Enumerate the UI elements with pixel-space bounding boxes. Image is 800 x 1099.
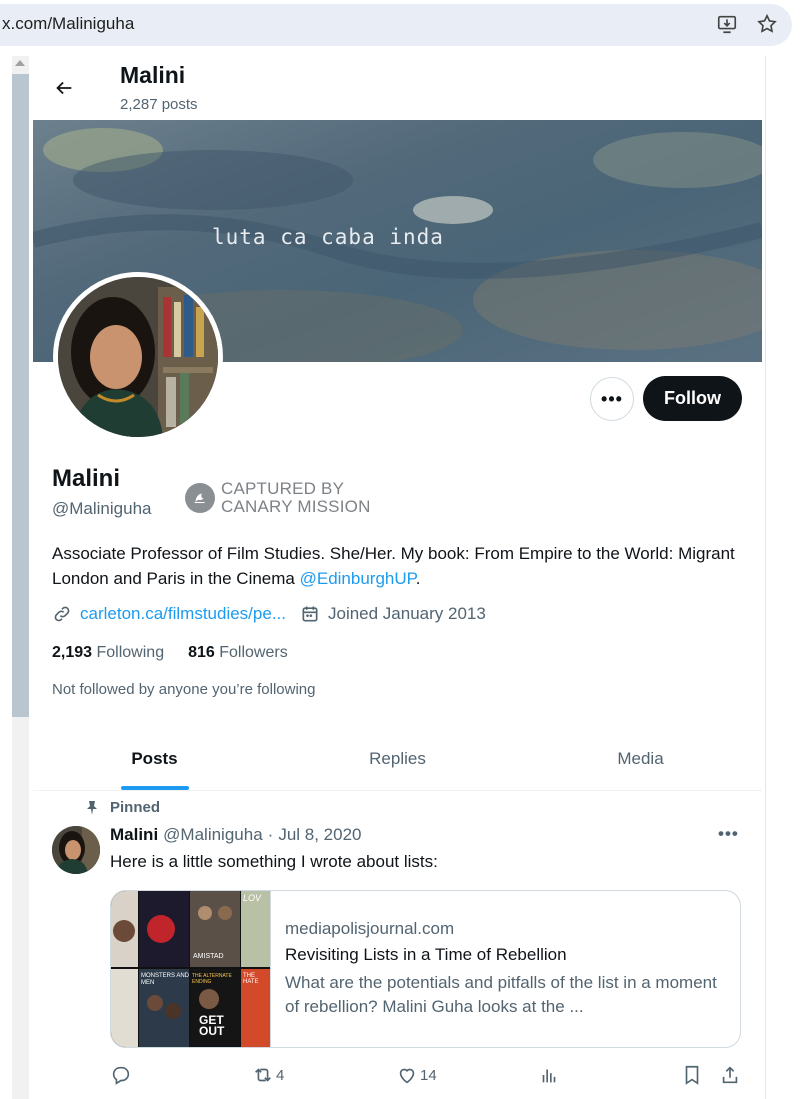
tweet-header: Malini @Maliniguha · Jul 8, 2020 [110, 825, 362, 845]
link-card-image: LOV AMISTAD MONSTERS AND MEN THE ALTERNA… [111, 891, 271, 1047]
bio-mention-link[interactable]: @EdinburghUP [300, 569, 416, 588]
profile-avatar[interactable] [53, 272, 223, 442]
active-tab-indicator [120, 786, 189, 790]
tweet-author-handle[interactable]: @Maliniguha [163, 825, 262, 845]
tab-replies-label: Replies [369, 748, 426, 768]
bookmark-icon [685, 1065, 699, 1085]
tweet-avatar[interactable] [52, 826, 100, 874]
joined-date: Joined January 2013 [327, 604, 486, 623]
tab-posts[interactable]: Posts [33, 727, 276, 790]
following-link[interactable]: 2,193 Following [52, 644, 164, 662]
tab-posts-label: Posts [131, 748, 178, 768]
reply-button[interactable] [110, 1064, 134, 1086]
retweet-icon [255, 1068, 271, 1082]
poster-label-2: AMISTAD [193, 953, 224, 960]
browser-toolbar: x.com/Maliniguha [0, 0, 800, 48]
header-title: Malini [120, 62, 186, 88]
tweet-more-button[interactable]: ••• [718, 824, 739, 844]
link-card-domain: mediapolisjournal.com [285, 919, 455, 938]
analytics-icon [542, 1069, 556, 1083]
captured-line-2: CANARY MISSION [221, 497, 371, 516]
retweet-button[interactable]: 4 [252, 1064, 284, 1086]
profile-handle: @Maliniguha [52, 499, 152, 518]
more-options-button[interactable]: ••• [590, 377, 634, 421]
avatar-photo [58, 277, 218, 437]
followers-count: 816 [188, 644, 215, 661]
captured-badge: CAPTURED BY CANARY MISSION [185, 480, 371, 516]
canary-icon [185, 483, 215, 513]
banner-caption: luta ca caba inda [212, 225, 444, 249]
like-count: 14 [420, 1066, 437, 1084]
arrow-left-icon [56, 81, 72, 95]
following-count: 2,193 [52, 644, 93, 661]
pinned-label: Pinned [110, 799, 161, 816]
tweet-date[interactable]: Jul 8, 2020 [278, 825, 361, 845]
back-button[interactable] [46, 70, 82, 106]
profile-tabs: Posts Replies Media [33, 727, 762, 791]
scrollbar-thumb[interactable] [12, 74, 29, 717]
followers-link[interactable]: 816 Followers [188, 644, 288, 662]
pinned-indicator: Pinned [84, 799, 160, 816]
website-link[interactable]: carleton.ca/filmstudies/pe... [80, 604, 286, 624]
follow-counts: 2,193 Following 816 Followers [52, 644, 288, 662]
bookmark-star-icon[interactable] [756, 13, 778, 35]
profile-bio: Associate Professor of Film Studies. She… [52, 541, 752, 591]
heart-icon [399, 1068, 415, 1084]
tweet-text: Here is a little something I wrote about… [110, 852, 438, 871]
link-card[interactable]: LOV AMISTAD MONSTERS AND MEN THE ALTERNA… [110, 890, 741, 1048]
reply-icon [112, 1066, 130, 1085]
profile-meta: carleton.ca/filmstudies/pe... Joined Jan… [52, 604, 486, 624]
share-button[interactable] [719, 1064, 743, 1086]
not-followed-note: Not followed by anyone you’re following [52, 681, 316, 698]
poster-label-5: GET OUT [199, 1013, 225, 1038]
pin-icon [87, 800, 97, 815]
install-app-icon[interactable] [716, 13, 738, 35]
more-icon: ••• [601, 388, 623, 409]
tab-media-label: Media [617, 748, 664, 768]
poster-collage [111, 891, 270, 1047]
link-icon [52, 604, 72, 624]
poster-label-4: THE ALTERNATE ENDING [192, 973, 232, 985]
profile-name: Malini [52, 465, 121, 492]
link-card-body: mediapolisjournal.com Revisiting Lists i… [271, 891, 725, 1047]
followers-label: Followers [219, 644, 288, 661]
like-button[interactable]: 14 [396, 1064, 437, 1086]
tweet-separator: · [267, 825, 274, 844]
share-icon [722, 1066, 738, 1084]
poster-label-1: LOV [243, 893, 262, 903]
tab-replies[interactable]: Replies [276, 727, 519, 790]
header-post-count: 2,287 posts [120, 96, 198, 113]
tweet-actions: 4 14 [110, 1064, 746, 1090]
tab-media[interactable]: Media [519, 727, 762, 790]
retweet-count: 4 [276, 1066, 285, 1084]
tweet-avatar-photo [52, 826, 100, 874]
following-label: Following [96, 644, 165, 661]
tweet-author-name[interactable]: Malini [110, 825, 158, 845]
column-divider [765, 56, 766, 1099]
url-text[interactable]: x.com/Maliniguha [2, 14, 134, 34]
bookmark-button[interactable] [681, 1064, 705, 1086]
bio-end: . [415, 569, 421, 588]
link-card-description: What are the potentials and pitfalls of … [285, 973, 717, 1016]
follow-button[interactable]: Follow [643, 376, 742, 421]
views-button[interactable] [538, 1064, 562, 1086]
poster-label-6: THE HATE [243, 973, 259, 985]
captured-line-1: CAPTURED BY [221, 479, 345, 498]
poster-label-3: MONSTERS AND MEN [141, 973, 190, 986]
calendar-icon [300, 604, 320, 624]
scroll-up-arrow-icon[interactable] [15, 60, 25, 66]
link-card-title: Revisiting Lists in a Time of Rebellion [285, 945, 567, 964]
